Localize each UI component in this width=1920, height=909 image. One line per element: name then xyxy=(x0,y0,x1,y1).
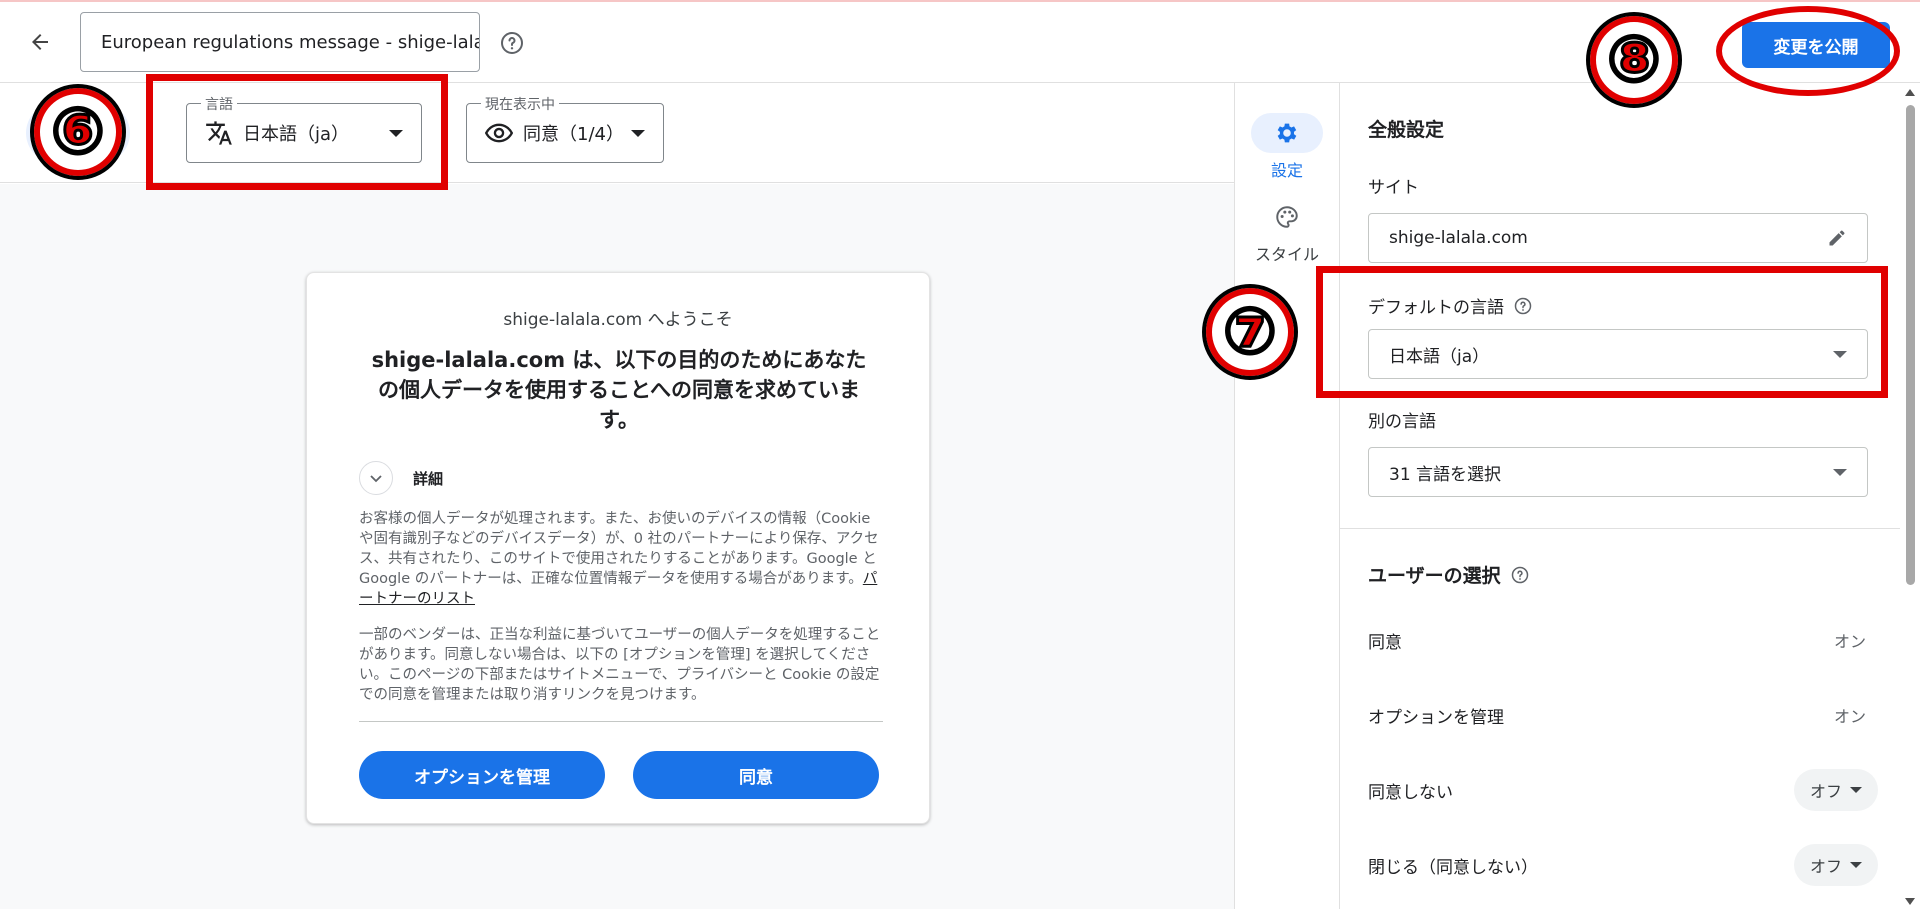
message-name-input[interactable]: European regulations message - shige-lal… xyxy=(80,12,480,72)
side-rail: 設定 スタイル xyxy=(1234,83,1340,909)
chevron-down-icon xyxy=(631,129,645,137)
help-circle-icon[interactable] xyxy=(1511,566,1529,584)
site-field[interactable]: shige-lalala.com xyxy=(1368,213,1868,263)
other-languages-value: 31 言語を選択 xyxy=(1389,464,1502,485)
preview-area: shige-lalala.com へようこそ shige-lalala.com … xyxy=(0,184,1234,909)
site-value: shige-lalala.com xyxy=(1389,228,1528,248)
scroll-up-arrow[interactable] xyxy=(1905,89,1915,96)
panel-divider xyxy=(1340,528,1900,529)
option-row-decline: 同意しない オフ xyxy=(1368,767,1878,813)
dialog-paragraph-1: お客様の個人データが処理されます。また、お使いのデバイスの情報（Cookie や… xyxy=(359,509,883,609)
annotation-badge-seven: ⑦ xyxy=(1202,284,1298,380)
option-value: オン xyxy=(1833,707,1866,726)
details-expand-button[interactable] xyxy=(359,461,393,495)
other-languages-label: 別の言語 xyxy=(1368,412,1436,432)
details-label: 詳細 xyxy=(413,469,444,488)
palette-icon xyxy=(1276,206,1298,228)
chevron-down-icon xyxy=(1850,787,1862,793)
option-row-manage: オプションを管理 オン xyxy=(1368,692,1878,738)
view-select[interactable]: 現在表示中 同意（1/4） xyxy=(466,94,664,163)
site-label: サイト xyxy=(1368,178,1419,198)
dialog-divider xyxy=(359,721,883,722)
general-settings-title: 全般設定 xyxy=(1368,119,1445,141)
annotation-oval-publish xyxy=(1716,6,1900,96)
message-name-value: European regulations message - shige-lal… xyxy=(101,31,479,53)
eye-icon xyxy=(485,123,513,143)
option-toggle-select[interactable]: オフ xyxy=(1794,844,1878,886)
rail-settings-label: 設定 xyxy=(1270,161,1303,180)
view-select-label: 現在表示中 xyxy=(481,94,559,114)
back-button[interactable] xyxy=(24,26,56,58)
option-row-consent: 同意 オン xyxy=(1368,617,1878,663)
annotation-number: ⑧ xyxy=(1605,23,1662,97)
option-row-close: 閉じる（同意しない） オフ xyxy=(1368,842,1878,888)
rail-style-label: スタイル xyxy=(1254,245,1319,264)
details-toggle[interactable]: 詳細 xyxy=(359,461,443,495)
help-button[interactable] xyxy=(498,29,526,57)
dialog-welcome: shige-lalala.com へようこそ xyxy=(503,310,733,330)
annotation-box-language xyxy=(146,74,448,190)
panel-scrollbar[interactable] xyxy=(1900,83,1920,909)
consent-button[interactable]: 同意 xyxy=(633,751,879,799)
annotation-number: ⑥ xyxy=(49,95,106,169)
annotation-number: ⑦ xyxy=(1221,295,1278,369)
help-circle-icon xyxy=(501,32,523,54)
chevron-down-icon xyxy=(1850,862,1862,868)
annotation-badge-eight: ⑧ xyxy=(1586,12,1682,108)
settings-panel: 全般設定 サイト shige-lalala.com デフォルトの言語 日本語（j… xyxy=(1340,83,1900,909)
option-value: オフ xyxy=(1809,857,1842,876)
scroll-thumb[interactable] xyxy=(1906,105,1915,585)
user-choice-text: ユーザーの選択 xyxy=(1368,565,1501,587)
option-toggle-select[interactable]: オフ xyxy=(1794,769,1878,811)
option-label: 閉じる（同意しない） xyxy=(1368,857,1538,878)
gear-icon xyxy=(1277,123,1297,143)
view-select-value: 同意（1/4） xyxy=(523,124,624,145)
option-label: 同意 xyxy=(1368,632,1402,653)
paragraph-1-text: お客様の個人データが処理されます。また、お使いのデバイスの情報（Cookie や… xyxy=(359,511,879,587)
option-label: 同意しない xyxy=(1368,782,1453,803)
annotation-badge-six: ⑥ xyxy=(30,84,126,180)
user-choice-title: ユーザーの選択 xyxy=(1368,561,1529,588)
scroll-down-arrow[interactable] xyxy=(1905,898,1915,905)
annotation-box-default-language xyxy=(1316,266,1888,398)
option-value: オン xyxy=(1833,632,1866,651)
chevron-down-icon xyxy=(370,475,382,483)
consent-dialog: shige-lalala.com へようこそ shige-lalala.com … xyxy=(306,272,930,824)
option-value: オフ xyxy=(1809,782,1842,801)
pencil-icon[interactable] xyxy=(1827,228,1847,248)
dialog-headline: shige-lalala.com は、以下の目的のためにあなたの個人データを使用… xyxy=(371,348,867,432)
dialog-paragraph-2: 一部のベンダーは、正当な利益に基づいてユーザーの個人データを処理することがありま… xyxy=(359,627,881,703)
option-label: オプションを管理 xyxy=(1368,707,1504,728)
rail-item-settings[interactable]: 設定 xyxy=(1235,113,1339,181)
other-languages-select[interactable]: 31 言語を選択 xyxy=(1368,447,1868,497)
chevron-down-icon xyxy=(1833,468,1847,476)
rail-item-style[interactable]: スタイル xyxy=(1235,197,1339,265)
arrow-left-icon xyxy=(32,34,48,50)
manage-options-button[interactable]: オプションを管理 xyxy=(359,751,605,799)
